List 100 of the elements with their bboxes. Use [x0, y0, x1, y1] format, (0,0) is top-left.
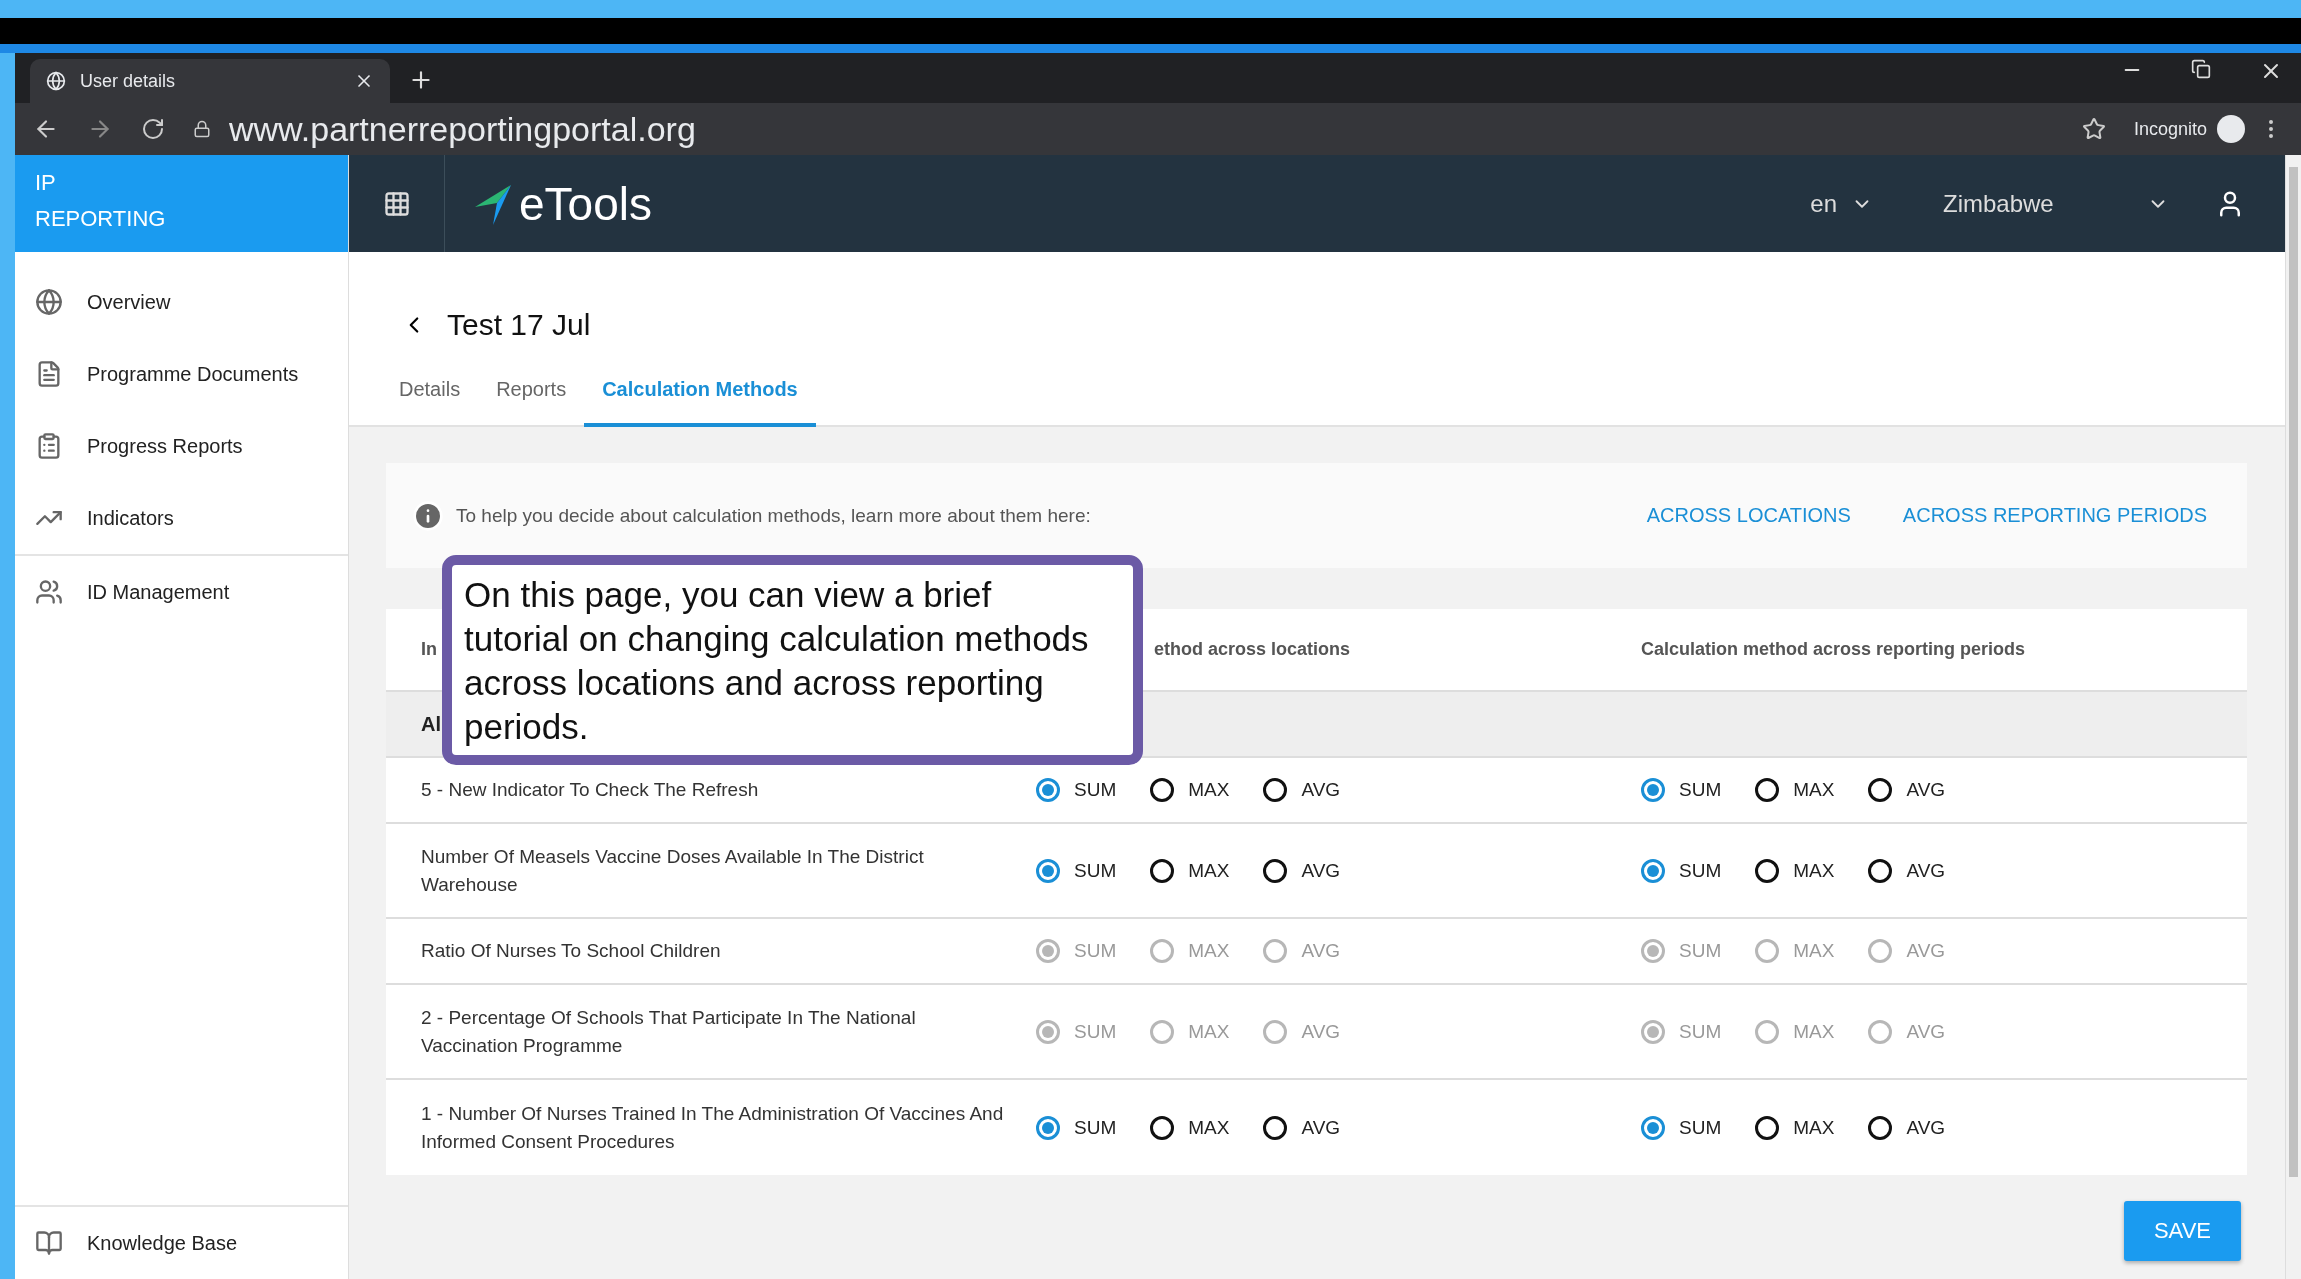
- radio-option[interactable]: AVG: [1263, 778, 1341, 802]
- radio-label: MAX: [1793, 940, 1835, 962]
- radio-label: SUM: [1074, 779, 1117, 801]
- radio-label: SUM: [1074, 1116, 1117, 1139]
- reload-icon[interactable]: [141, 117, 165, 141]
- radio-option[interactable]: AVG: [1868, 778, 1946, 802]
- indicator-name: Ratio Of Nurses To School Children: [421, 939, 722, 963]
- tutorial-callout: On this page, you can view a brief tutorial on changing calculation methods across locations and across reporting periods.: [442, 555, 1143, 765]
- radio-label: MAX: [1793, 779, 1835, 801]
- indicator-name: Number Of Measels Vaccine Doses Available In The District Warehouse: [421, 844, 925, 897]
- radio-button[interactable]: [1036, 858, 1060, 883]
- radio-dot: [1042, 945, 1054, 957]
- radio-label: AVG: [1906, 940, 1946, 962]
- url-field[interactable]: www.partnerreportingportal.org: [229, 109, 696, 149]
- radio-label: SUM: [1679, 779, 1722, 801]
- radio-label: AVG: [1906, 779, 1946, 801]
- radio-option[interactable]: SUM: [1036, 858, 1117, 883]
- radio-option[interactable]: SUM: [1036, 1115, 1117, 1140]
- radio-option[interactable]: MAX: [1150, 778, 1230, 802]
- sidebar-item[interactable]: Programme Documents: [15, 338, 348, 410]
- radio-button[interactable]: [1150, 1115, 1175, 1140]
- radio-button[interactable]: [1868, 1115, 1893, 1140]
- radio-option[interactable]: SUM: [1641, 1115, 1722, 1140]
- radio-button[interactable]: [1263, 858, 1288, 883]
- radio-button[interactable]: [1150, 858, 1175, 883]
- scrollbar-thumb[interactable]: [2289, 167, 2298, 1177]
- radio-option[interactable]: SUM: [1036, 778, 1117, 802]
- radio-option[interactable]: MAX: [1755, 778, 1835, 802]
- tab-title: User details: [80, 70, 177, 92]
- radio-label: AVG: [1906, 1020, 1946, 1043]
- radio-dot: [1042, 784, 1054, 796]
- radio-button[interactable]: [1641, 778, 1665, 802]
- radio-option[interactable]: MAX: [1150, 1115, 1230, 1140]
- radio-label: SUM: [1679, 859, 1722, 882]
- restore-icon[interactable]: [2191, 59, 2211, 79]
- tab[interactable]: Calculation Methods: [584, 378, 816, 427]
- scrollbar[interactable]: [2285, 155, 2301, 1279]
- book-icon: [35, 1229, 63, 1257]
- radio-label: SUM: [1074, 859, 1117, 882]
- etools-logo: eTools: [471, 176, 652, 231]
- radio-button[interactable]: [1641, 1115, 1665, 1140]
- radio-label: SUM: [1679, 1116, 1722, 1139]
- radio-label: SUM: [1679, 940, 1722, 962]
- radio-option[interactable]: AVG: [1263, 858, 1341, 883]
- incognito-label: Incognito: [2133, 118, 2207, 140]
- group-row-label: Al: [421, 712, 441, 736]
- browser-tab[interactable]: User details: [30, 59, 390, 103]
- radio-label: SUM: [1679, 1020, 1722, 1043]
- sidebar-item[interactable]: Knowledge Base: [15, 1207, 348, 1279]
- radio-dot: [1647, 1025, 1659, 1038]
- info-text: To help you decide about calculation methods, learn more about them here:: [456, 504, 1091, 527]
- radio-dot: [1647, 864, 1659, 877]
- radio-button[interactable]: [1263, 778, 1288, 802]
- radio-button[interactable]: [1036, 1115, 1060, 1140]
- sidebar-item[interactable]: Overview: [15, 266, 348, 338]
- radio-label: AVG: [1301, 779, 1341, 801]
- radio-button[interactable]: [1868, 778, 1893, 802]
- radio-option[interactable]: AVG: [1868, 1115, 1946, 1140]
- radio-button[interactable]: [1755, 1115, 1780, 1140]
- radio-option[interactable]: MAX: [1755, 858, 1835, 883]
- incognito-icon[interactable]: [2217, 115, 2245, 143]
- sidebar-item[interactable]: ID Management: [15, 556, 348, 628]
- radio-label: SUM: [1074, 940, 1117, 962]
- radio-button[interactable]: [1755, 778, 1780, 802]
- radio-dot: [1647, 784, 1659, 796]
- people-icon: [35, 578, 63, 606]
- radio-label: AVG: [1301, 940, 1341, 962]
- radio-option[interactable]: AVG: [1868, 858, 1946, 883]
- radio-option[interactable]: SUM: [1641, 858, 1722, 883]
- radio-button[interactable]: [1036, 778, 1060, 802]
- column-header: Calculation method across reporting periods: [1641, 639, 2026, 660]
- radio-button[interactable]: [1263, 1115, 1288, 1140]
- page-title: Test 17 Jul: [447, 308, 591, 342]
- radio-option[interactable]: SUM: [1641, 778, 1722, 802]
- apps-grid-icon[interactable]: [382, 189, 411, 218]
- lock-icon: [193, 120, 211, 138]
- radio-option[interactable]: AVG: [1263, 1115, 1341, 1140]
- language-dropdown[interactable]: en: [1810, 189, 1873, 218]
- radio-dot: [1647, 945, 1659, 957]
- sidebar-item[interactable]: Progress Reports: [15, 410, 348, 482]
- radio-button[interactable]: [1755, 858, 1780, 883]
- star-icon[interactable]: [2081, 117, 2106, 141]
- radio-option[interactable]: MAX: [1755, 1115, 1835, 1140]
- tab[interactable]: Reports: [478, 378, 585, 427]
- radio-dot: [1042, 1025, 1054, 1038]
- tab[interactable]: Details: [381, 378, 479, 427]
- radio-label: MAX: [1188, 940, 1230, 962]
- radio-button[interactable]: [1868, 858, 1893, 883]
- radio-label: SUM: [1074, 1020, 1117, 1043]
- radio-button[interactable]: [1150, 778, 1175, 802]
- sidebar-item[interactable]: Indicators: [15, 482, 348, 554]
- column-header: In: [421, 639, 437, 660]
- radio-option[interactable]: MAX: [1150, 858, 1230, 883]
- radio-dot: [1042, 864, 1054, 877]
- radio-button[interactable]: [1641, 858, 1665, 883]
- globe-icon: [35, 288, 63, 316]
- radio-label: MAX: [1188, 1020, 1230, 1043]
- indicator-name: 1 - Number Of Nurses Trained In The Administration Of Vaccines And Informed Consent Procedures: [421, 1101, 1005, 1154]
- country-dropdown[interactable]: Zimbabwe: [1943, 189, 2169, 218]
- radio-label: MAX: [1188, 859, 1230, 882]
